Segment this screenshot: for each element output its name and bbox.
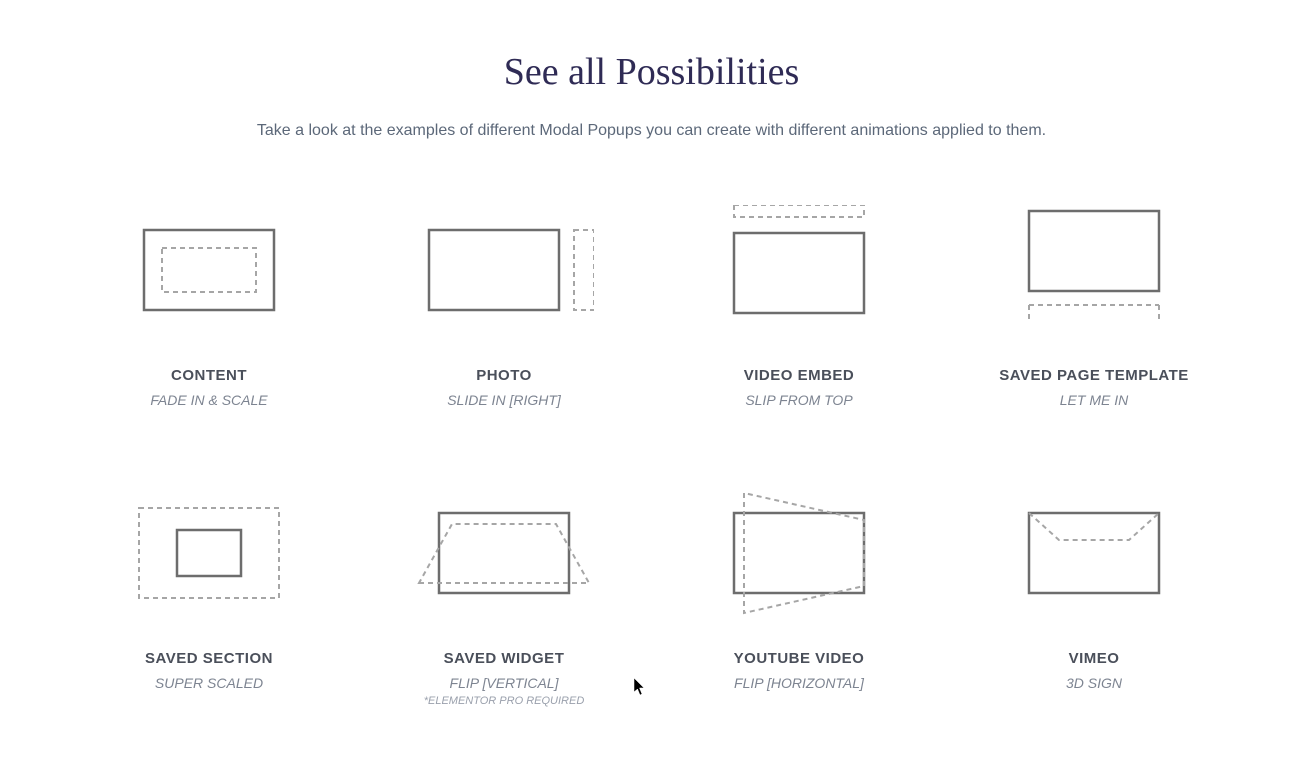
flip-horizontal-icon bbox=[709, 488, 889, 618]
card-sub: FLIP [VERTICAL] bbox=[450, 675, 559, 691]
fade-in-scale-icon bbox=[119, 205, 299, 335]
card-content[interactable]: CONTENT FADE IN & SCALE bbox=[82, 205, 337, 408]
card-title: VIMEO bbox=[1069, 650, 1120, 667]
card-title: PHOTO bbox=[476, 367, 532, 384]
card-saved-section[interactable]: SAVED SECTION SUPER SCALED bbox=[82, 488, 337, 707]
card-photo[interactable]: PHOTO SLIDE IN [RIGHT] bbox=[377, 205, 632, 408]
card-grid: CONTENT FADE IN & SCALE PHOTO SLIDE IN [… bbox=[82, 205, 1222, 707]
card-sub: SLIP FROM TOP bbox=[745, 392, 852, 408]
card-title: CONTENT bbox=[171, 367, 247, 384]
slip-from-top-icon bbox=[709, 205, 889, 335]
card-youtube-video[interactable]: YOUTUBE VIDEO FLIP [HORIZONTAL] bbox=[672, 488, 927, 707]
card-sub: LET ME IN bbox=[1060, 392, 1128, 408]
slide-in-right-icon bbox=[414, 205, 594, 335]
card-saved-widget[interactable]: SAVED WIDGET FLIP [VERTICAL] *ELEMENTOR … bbox=[377, 488, 632, 707]
card-note: *ELEMENTOR PRO REQUIRED bbox=[424, 695, 585, 707]
card-title: SAVED SECTION bbox=[145, 650, 273, 667]
card-sub: SLIDE IN [RIGHT] bbox=[447, 392, 561, 408]
card-sub: 3D SIGN bbox=[1066, 675, 1122, 691]
card-title: VIDEO EMBED bbox=[744, 367, 855, 384]
card-video-embed[interactable]: VIDEO EMBED SLIP FROM TOP bbox=[672, 205, 927, 408]
card-sub: FLIP [HORIZONTAL] bbox=[734, 675, 864, 691]
section-subheading: Take a look at the examples of different… bbox=[0, 122, 1303, 140]
card-title: YOUTUBE VIDEO bbox=[734, 650, 865, 667]
card-sub: FADE IN & SCALE bbox=[150, 392, 267, 408]
card-title: SAVED WIDGET bbox=[444, 650, 565, 667]
section-possibilities: See all Possibilities Take a look at the… bbox=[0, 0, 1303, 707]
section-heading: See all Possibilities bbox=[0, 50, 1303, 94]
super-scaled-icon bbox=[119, 488, 299, 618]
let-me-in-icon bbox=[1004, 205, 1184, 335]
card-title: SAVED PAGE TEMPLATE bbox=[999, 367, 1189, 384]
card-vimeo[interactable]: VIMEO 3D SIGN bbox=[967, 488, 1222, 707]
card-saved-page-template[interactable]: SAVED PAGE TEMPLATE LET ME IN bbox=[967, 205, 1222, 408]
flip-vertical-icon bbox=[414, 488, 594, 618]
card-sub: SUPER SCALED bbox=[155, 675, 263, 691]
3d-sign-icon bbox=[1004, 488, 1184, 618]
